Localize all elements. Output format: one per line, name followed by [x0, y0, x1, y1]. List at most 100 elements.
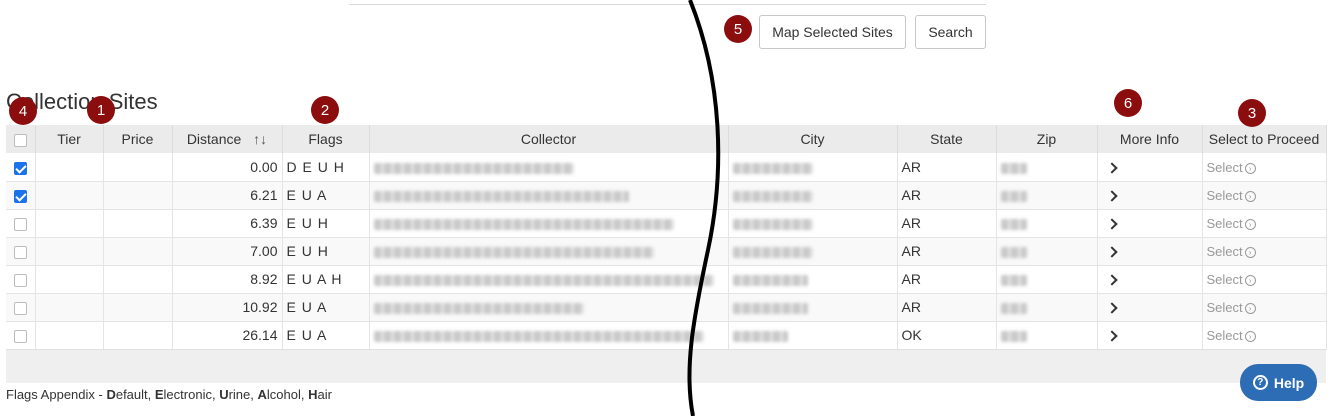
table-row: 6.21 E U A AR Select ›: [6, 181, 1327, 210]
zip-cell-redacted: [996, 181, 1098, 210]
more-info-cell[interactable]: [1097, 181, 1203, 210]
flags-appendix-prefix: Flags Appendix -: [6, 387, 107, 402]
arrow-right-circle-icon: ›: [1244, 275, 1256, 287]
more-info-cell[interactable]: [1097, 293, 1203, 322]
chevron-right-icon[interactable]: [1105, 246, 1118, 258]
select-link[interactable]: Select ›: [1207, 244, 1256, 259]
flag-letter: A: [257, 387, 267, 402]
zip-cell-redacted: [996, 293, 1098, 322]
arrow-right-circle-icon: ›: [1244, 191, 1256, 203]
column-header-state: State: [897, 125, 997, 153]
state-cell: AR: [897, 265, 997, 294]
select-cell[interactable]: Select ›: [1202, 209, 1327, 238]
distance-cell: 7.00: [172, 237, 283, 266]
row-checkbox-cell[interactable]: [6, 293, 36, 322]
select-cell[interactable]: Select ›: [1202, 237, 1327, 266]
annotation-marker-5: 5: [724, 15, 752, 43]
column-header-zip: Zip: [996, 125, 1098, 153]
flag-word-rest: rine,: [228, 387, 258, 402]
city-cell-redacted: [728, 265, 898, 294]
column-header-city: City: [728, 125, 898, 153]
row-checkbox-cell[interactable]: [6, 181, 36, 210]
annotation-marker-1: 1: [87, 96, 115, 124]
column-header-flags: Flags: [282, 125, 370, 153]
select-cell[interactable]: Select ›: [1202, 293, 1327, 322]
search-button[interactable]: Search: [915, 15, 986, 49]
row-checkbox[interactable]: [13, 161, 27, 175]
collector-cell-redacted: [369, 181, 729, 210]
row-checkbox[interactable]: [13, 329, 27, 343]
annotation-marker-3: 3: [1238, 99, 1266, 127]
chevron-right-icon[interactable]: [1105, 302, 1118, 314]
annotation-marker-6: 6: [1114, 89, 1142, 117]
row-checkbox[interactable]: [13, 301, 27, 315]
row-checkbox-cell[interactable]: [6, 237, 36, 266]
select-link-label: Select: [1206, 244, 1243, 259]
column-header-tier: Tier: [35, 125, 104, 153]
select-link[interactable]: Select ›: [1207, 300, 1256, 315]
row-checkbox[interactable]: [13, 273, 27, 287]
row-checkbox[interactable]: [13, 189, 27, 203]
sort-icon[interactable]: ↑↓: [253, 131, 267, 147]
flag-word-rest: efault,: [115, 387, 155, 402]
select-cell[interactable]: Select ›: [1202, 321, 1327, 350]
arrow-right-circle-icon: ›: [1244, 331, 1256, 343]
distance-cell: 6.21: [172, 181, 283, 210]
flag-letter: U: [219, 387, 229, 402]
arrow-right-circle-icon: ›: [1244, 219, 1256, 231]
row-checkbox[interactable]: [13, 217, 27, 231]
more-info-cell[interactable]: [1097, 153, 1203, 182]
row-checkbox-cell[interactable]: [6, 153, 36, 182]
more-info-cell[interactable]: [1097, 237, 1203, 266]
tier-cell: [35, 153, 104, 182]
price-cell: [103, 153, 173, 182]
flag-word-rest: lectronic,: [163, 387, 220, 402]
flags-cell: E U A: [282, 321, 370, 350]
flags-cell: E U H: [282, 209, 370, 238]
column-header-distance[interactable]: Distance ↑↓: [172, 125, 283, 153]
chevron-right-icon[interactable]: [1105, 274, 1118, 286]
chevron-right-icon[interactable]: [1105, 330, 1118, 342]
chevron-right-icon[interactable]: [1105, 162, 1118, 174]
row-checkbox[interactable]: [13, 245, 27, 259]
collector-cell-redacted: [369, 293, 729, 322]
select-link-label: Select: [1206, 272, 1243, 287]
row-checkbox-cell[interactable]: [6, 209, 36, 238]
select-link[interactable]: Select ›: [1207, 328, 1256, 343]
more-info-cell[interactable]: [1097, 321, 1203, 350]
city-cell-redacted: [728, 153, 898, 182]
row-checkbox-cell[interactable]: [6, 321, 36, 350]
annotation-marker-2: 2: [311, 96, 339, 124]
arrow-right-circle-icon: ›: [1244, 247, 1256, 259]
zip-cell-redacted: [996, 209, 1098, 238]
select-cell[interactable]: Select ›: [1202, 265, 1327, 294]
chevron-right-icon[interactable]: [1105, 218, 1118, 230]
more-info-cell[interactable]: [1097, 209, 1203, 238]
select-link[interactable]: Select ›: [1207, 272, 1256, 287]
help-button[interactable]: ? Help: [1240, 364, 1317, 401]
zip-cell-redacted: [996, 321, 1098, 350]
tier-cell: [35, 181, 104, 210]
select-cell[interactable]: Select ›: [1202, 181, 1327, 210]
more-info-cell[interactable]: [1097, 265, 1203, 294]
flags-cell: D E U H: [282, 153, 370, 182]
column-header-collector: Collector: [369, 125, 729, 153]
chevron-right-icon[interactable]: [1105, 190, 1118, 202]
row-checkbox-cell[interactable]: [6, 265, 36, 294]
select-all-header[interactable]: [6, 125, 36, 153]
state-cell: AR: [897, 181, 997, 210]
select-cell[interactable]: Select ›: [1202, 153, 1327, 182]
select-all-checkbox[interactable]: [13, 133, 27, 147]
select-link[interactable]: Select ›: [1207, 160, 1256, 175]
zip-cell-redacted: [996, 153, 1098, 182]
select-link[interactable]: Select ›: [1207, 188, 1256, 203]
table-row: 8.92 E U A H AR Select ›: [6, 265, 1327, 294]
table-row: 6.39 E U H AR Select ›: [6, 209, 1327, 238]
question-icon: ?: [1252, 375, 1268, 390]
table-row: 7.00 E U H AR Select ›: [6, 237, 1327, 266]
table-footer: [6, 349, 1326, 383]
state-cell: OK: [897, 321, 997, 350]
collector-cell-redacted: [369, 153, 729, 182]
select-link[interactable]: Select ›: [1207, 216, 1256, 231]
map-selected-sites-button[interactable]: Map Selected Sites: [759, 15, 906, 49]
